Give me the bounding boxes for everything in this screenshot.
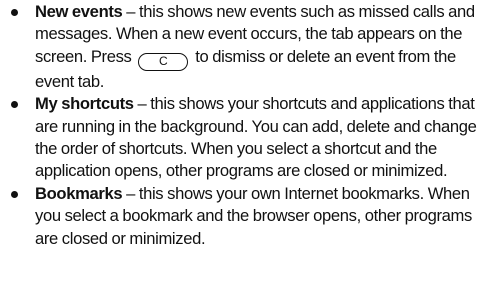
term-my-shortcuts: My shortcuts — [35, 94, 134, 114]
list-item-bookmarks: Bookmarks – this shows your own Internet… — [0, 183, 482, 250]
bullet-icon — [11, 190, 18, 198]
list-item-my-shortcuts: My shortcuts – this shows your shortcuts… — [0, 93, 482, 183]
term-new-events: New events — [35, 2, 123, 21]
bullet-icon — [11, 101, 18, 109]
bullet-list: New events – this shows new events such … — [0, 1, 482, 250]
bullet-icon — [11, 9, 18, 16]
list-item-new-events: New events – this shows new events such … — [0, 1, 482, 93]
c-key-icon: C — [138, 52, 189, 71]
term-bookmarks: Bookmarks — [35, 183, 123, 203]
